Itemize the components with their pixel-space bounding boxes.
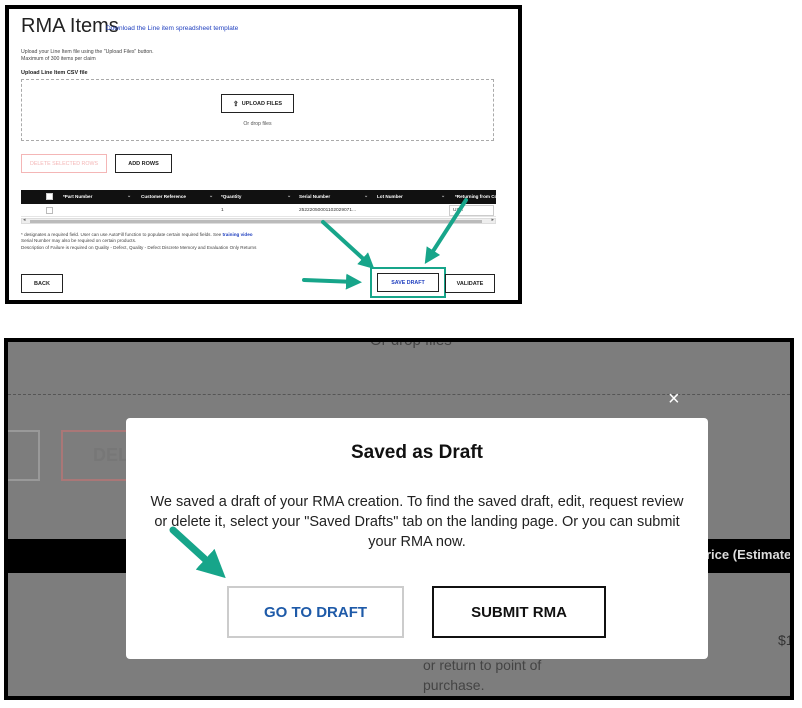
instructions-line-2: Maximum of 300 items per claim	[21, 56, 96, 62]
saved-as-draft-dialog: Saved as Draft We saved a draft of your …	[126, 418, 708, 659]
column-customer-reference[interactable]: Customer Reference	[141, 194, 186, 199]
saved-draft-modal-screenshot-panel: Or drop files DEL rice (Estimate $1 or r…	[4, 338, 794, 700]
upload-files-label: UPLOAD FILES	[241, 100, 283, 107]
horizontal-scrollbar[interactable]: ◂ ▸	[21, 217, 496, 224]
rma-items-screenshot-panel: RMA Items Download the Line item spreads…	[5, 5, 522, 304]
column-serial-number[interactable]: Serial Number	[299, 194, 330, 199]
chevron-down-icon[interactable]: ⌄	[441, 193, 445, 199]
chevron-down-icon[interactable]: ⌄	[287, 193, 291, 199]
row-serial-number[interactable]: 25222050001102029071...	[299, 208, 356, 213]
download-template-link[interactable]: Download the Line item spreadsheet templ…	[106, 25, 238, 32]
page-title: RMA Items	[21, 15, 119, 37]
column-quantity[interactable]: *Quantity	[221, 194, 241, 199]
table-row: 1 25222050001102029071... USA	[21, 204, 496, 217]
delete-selected-rows-button[interactable]: DELETE SELECTED ROWS	[21, 154, 107, 173]
row-checkbox[interactable]	[46, 207, 53, 214]
column-part-number[interactable]: *Part Number	[63, 194, 92, 199]
dialog-message: We saved a draft of your RMA creation. T…	[150, 494, 684, 550]
background-button-fragment	[8, 430, 40, 481]
column-lot-number[interactable]: Lot Number	[377, 194, 403, 199]
line-items-grid-header: *Part Number ⌄ Customer Reference ⌄ *Qua…	[21, 190, 500, 204]
go-to-draft-button[interactable]: GO TO DRAFT	[227, 586, 404, 638]
notes-line-1: * designates a required field. User can …	[21, 232, 222, 237]
background-return-text: or return to point of purchase.	[423, 657, 542, 693]
save-draft-button[interactable]: SAVE DRAFT	[377, 273, 439, 292]
row-quantity[interactable]: 1	[221, 208, 224, 213]
upload-csv-label: Upload Line Item CSV file	[21, 70, 88, 76]
notes-line-3: Description of Failure is required on Qu…	[21, 244, 257, 250]
upload-instructions: Upload your Line Item file using the "Up…	[21, 49, 154, 63]
chevron-down-icon[interactable]: ⌄	[209, 193, 213, 199]
add-rows-button[interactable]: ADD ROWS	[115, 154, 172, 173]
upload-files-button[interactable]: ⇪ UPLOAD FILES	[221, 94, 294, 113]
drop-files-text: Or drop files	[243, 121, 272, 127]
back-button[interactable]: BACK	[21, 274, 63, 293]
validate-button[interactable]: VALIDATE	[445, 274, 495, 293]
dialog-title: Saved as Draft	[350, 442, 483, 463]
close-icon[interactable]: ×	[668, 388, 680, 411]
upload-icon: ⇪	[232, 100, 239, 108]
background-price-header: rice (Estimate	[706, 547, 792, 562]
required-field-notes: * designates a required field. User can …	[21, 232, 256, 251]
file-drop-zone[interactable]: ⇪ UPLOAD FILES Or drop files	[21, 79, 494, 141]
background-drop-files-text: Or drop files	[370, 338, 452, 349]
select-all-checkbox[interactable]	[46, 193, 53, 200]
training-video-link[interactable]: training video	[222, 232, 252, 237]
scroll-right-icon[interactable]: ▸	[491, 217, 494, 223]
row-country-select[interactable]: USA	[449, 205, 494, 216]
scrollbar-thumb[interactable]	[30, 220, 482, 223]
column-returning-from-country[interactable]: *Returning from Cou	[455, 194, 500, 199]
chevron-down-icon[interactable]: ⌄	[364, 193, 368, 199]
submit-rma-button[interactable]: SUBMIT RMA	[432, 586, 606, 638]
instructions-line-1: Upload your Line Item file using the "Up…	[21, 49, 154, 55]
background-price-value: $1	[778, 632, 794, 648]
scroll-left-icon[interactable]: ◂	[23, 217, 26, 223]
chevron-down-icon[interactable]: ⌄	[127, 193, 131, 199]
